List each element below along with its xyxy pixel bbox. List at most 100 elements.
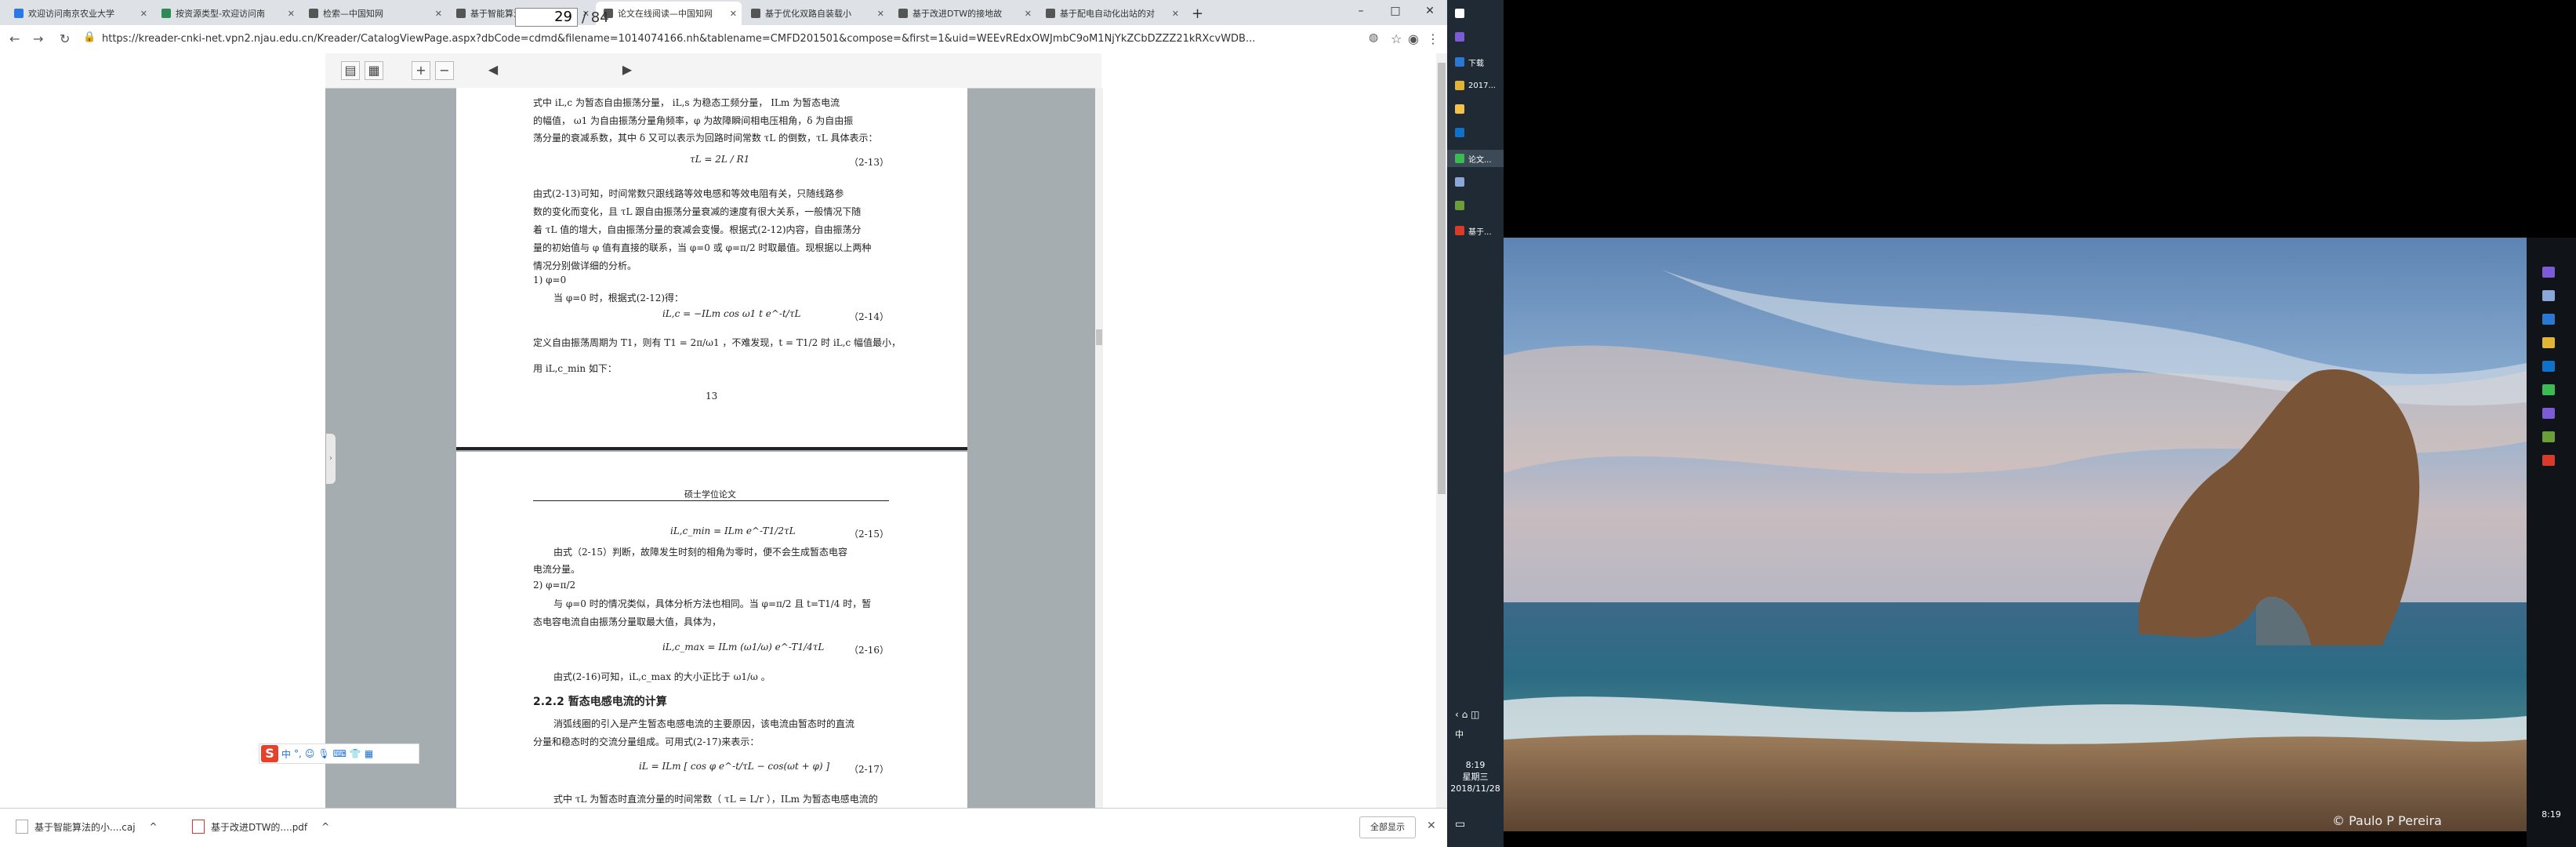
equation-number: （2-14） [849, 311, 889, 322]
taskbar-app-label: 论文... [1468, 155, 1492, 165]
browser-tab[interactable]: 基于优化双路自装载小 ✕ [743, 2, 889, 25]
page1-line-3: 荡分量的衰减系数，其中 δ 又可以表示为回路时间常数 τL 的倒数，τL 具体表… [533, 133, 878, 144]
equation-2-15: iL,c_min = ILm e^-T1/2τL [670, 525, 796, 536]
second-clock[interactable]: 8:19 [2527, 809, 2576, 820]
toolbox-icon[interactable]: ▦ [365, 748, 373, 759]
ime-mode[interactable]: 中 [281, 747, 291, 761]
close-tab-icon[interactable]: ✕ [1172, 9, 1179, 19]
pinned-app-icon[interactable] [2542, 361, 2555, 372]
taskbar-app[interactable] [1447, 124, 1504, 141]
skin-icon[interactable]: 👕 [350, 748, 361, 759]
app-icon [1455, 177, 1464, 187]
taskbar-app[interactable] [1447, 173, 1504, 191]
keyboard-icon[interactable]: ⌨ [333, 748, 346, 759]
page2-line-8: 消弧线圈的引入是产生暂态电感电流的主要原因，该电流由暂态时的直流 [553, 718, 855, 729]
taskbar-app-label: 基于... [1468, 227, 1492, 237]
sidebar-toggle[interactable]: › [326, 434, 336, 484]
taskbar-app[interactable] [1447, 100, 1504, 118]
clock[interactable]: 8:19 星期三 2018/11/28 [1447, 759, 1504, 794]
taskbar-app[interactable]: 论文... [1447, 150, 1504, 167]
close-tab-icon[interactable]: ✕ [435, 9, 442, 19]
pinned-app-icon[interactable] [2542, 290, 2555, 301]
browser-tab[interactable]: 欢迎访问南京农业大学 ✕ [6, 2, 152, 25]
close-tab-icon[interactable]: ✕ [140, 9, 147, 19]
app-icon [1455, 32, 1464, 42]
close-tab-icon[interactable]: ✕ [730, 9, 737, 19]
header-rule [533, 500, 889, 501]
notification-icon[interactable]: ▭ [1447, 816, 1504, 833]
taskbar-app[interactable] [1447, 28, 1504, 45]
account-icon[interactable]: ◉ [1408, 31, 1419, 46]
page-number-input[interactable]: 29 [515, 8, 578, 27]
document-scrollbar[interactable] [1095, 88, 1103, 808]
next-page-button[interactable]: ▶ [618, 61, 637, 80]
page1-line-7: 量的初始值与 φ 值有直接的联系，当 φ=0 或 φ=π/2 时取最值。现根据以… [533, 242, 872, 253]
tab-title: 论文在线阅读—中国知网 [618, 9, 713, 19]
page1-line-1: 式中 iL,c 为暂态自由振荡分量， iL,s 为稳态工频分量， ILm 为暂态… [533, 97, 840, 108]
tab-title: 欢迎访问南京农业大学 [28, 9, 114, 19]
download-item[interactable]: 基于智能算法的小....caj ^ [16, 820, 158, 834]
single-page-view-button[interactable]: ▤ [341, 61, 360, 80]
seascape-wallpaper [1504, 238, 2527, 831]
taskbar-app[interactable] [1447, 197, 1504, 214]
tray-chevron-icon[interactable]: ‹ ⌂ ◫ [1447, 706, 1504, 723]
pinned-app-icon[interactable] [2542, 267, 2555, 278]
clock-time: 8:19 [1465, 760, 1486, 770]
show-all-downloads-button[interactable]: 全部显示 [1359, 816, 1416, 838]
browser-tab[interactable]: 检索—中国知网 ✕ [301, 2, 447, 25]
emoji-icon[interactable]: ☺ [305, 748, 315, 759]
ime-toolbar[interactable]: S 中 °, ☺ 🎙 ⌨ 👕 ▦ [259, 743, 419, 764]
close-tab-icon[interactable]: ✕ [288, 9, 295, 19]
taskbar-app[interactable] [1447, 5, 1504, 22]
new-tab-button[interactable]: + [1192, 2, 1203, 25]
browser-tab[interactable]: 基于改进DTW的接地故 ✕ [891, 2, 1036, 25]
language-indicator[interactable]: 中 [1447, 725, 1504, 743]
app-icon [1455, 57, 1464, 67]
translate-icon[interactable]: ◍ [1369, 31, 1378, 44]
forward-icon[interactable]: → [33, 31, 43, 46]
pinned-app-icon[interactable] [2542, 455, 2555, 466]
taskbar-app[interactable]: 基于... [1447, 222, 1504, 239]
browser-tab[interactable]: 基于配电自动化出站的对 ✕ [1038, 2, 1184, 25]
pinned-app-icon[interactable] [2542, 408, 2555, 419]
pinned-app-icon[interactable] [2542, 337, 2555, 348]
pinned-app-icon[interactable] [2542, 314, 2555, 325]
sogou-logo-icon: S [261, 745, 278, 762]
menu-icon[interactable]: ⋮ [1427, 31, 1439, 46]
close-download-bar-icon[interactable]: ✕ [1427, 820, 1436, 832]
browser-tab[interactable]: 论文在线阅读—中国知网 ✕ [596, 2, 742, 25]
close-tab-icon[interactable]: ✕ [877, 9, 884, 19]
page2-line-6: 由式(2-16)可知，iL,c_max 的大小正比于 ω1/ω 。 [553, 671, 771, 682]
mic-icon[interactable]: 🎙 [317, 748, 329, 759]
zoom-out-button[interactable]: − [435, 61, 454, 80]
chevron-up-icon[interactable]: ^ [321, 821, 329, 832]
section-heading: 2.2.2 暂态电感电流的计算 [533, 696, 667, 708]
reload-icon[interactable]: ↻ [60, 31, 70, 46]
browser-scroll-thumb[interactable] [1438, 63, 1446, 494]
equation-number: （2-13） [849, 157, 889, 168]
back-icon[interactable]: ← [9, 31, 20, 46]
pinned-app-icon[interactable] [2542, 431, 2555, 442]
minimize-button[interactable]: – [1344, 0, 1378, 22]
page-header: 硕士学位论文 [684, 489, 736, 500]
bookmark-star-icon[interactable]: ☆ [1391, 31, 1402, 46]
page-number-footer: 13 [706, 391, 718, 402]
close-window-button[interactable]: ✕ [1413, 0, 1447, 22]
pinned-app-icon[interactable] [2542, 384, 2555, 395]
browser-tab[interactable]: 按资源类型-欢迎访问南 ✕ [154, 2, 299, 25]
clock-weekday: 星期三 [1462, 772, 1489, 782]
taskbar-app[interactable]: 下载 [1447, 53, 1504, 71]
address-bar[interactable]: https://kreader-cnki-net.vpn2.njau.edu.c… [102, 30, 1348, 49]
reader-toolbar: ▤ ▦ + − ◀ ▶ [325, 53, 1101, 89]
document-scroll-thumb[interactable] [1096, 329, 1102, 345]
chevron-up-icon[interactable]: ^ [150, 821, 158, 832]
maximize-button[interactable]: □ [1378, 0, 1413, 22]
zoom-in-button[interactable]: + [412, 61, 430, 80]
app-icon [1455, 201, 1464, 210]
prev-page-button[interactable]: ◀ [484, 61, 503, 80]
taskbar-app[interactable]: 2017... [1447, 77, 1504, 94]
close-tab-icon[interactable]: ✕ [1025, 9, 1032, 19]
download-item[interactable]: 基于改进DTW的....pdf ^ [192, 820, 329, 834]
punctuation-icon[interactable]: °, [294, 748, 302, 759]
thumbnail-view-button[interactable]: ▦ [365, 61, 383, 80]
